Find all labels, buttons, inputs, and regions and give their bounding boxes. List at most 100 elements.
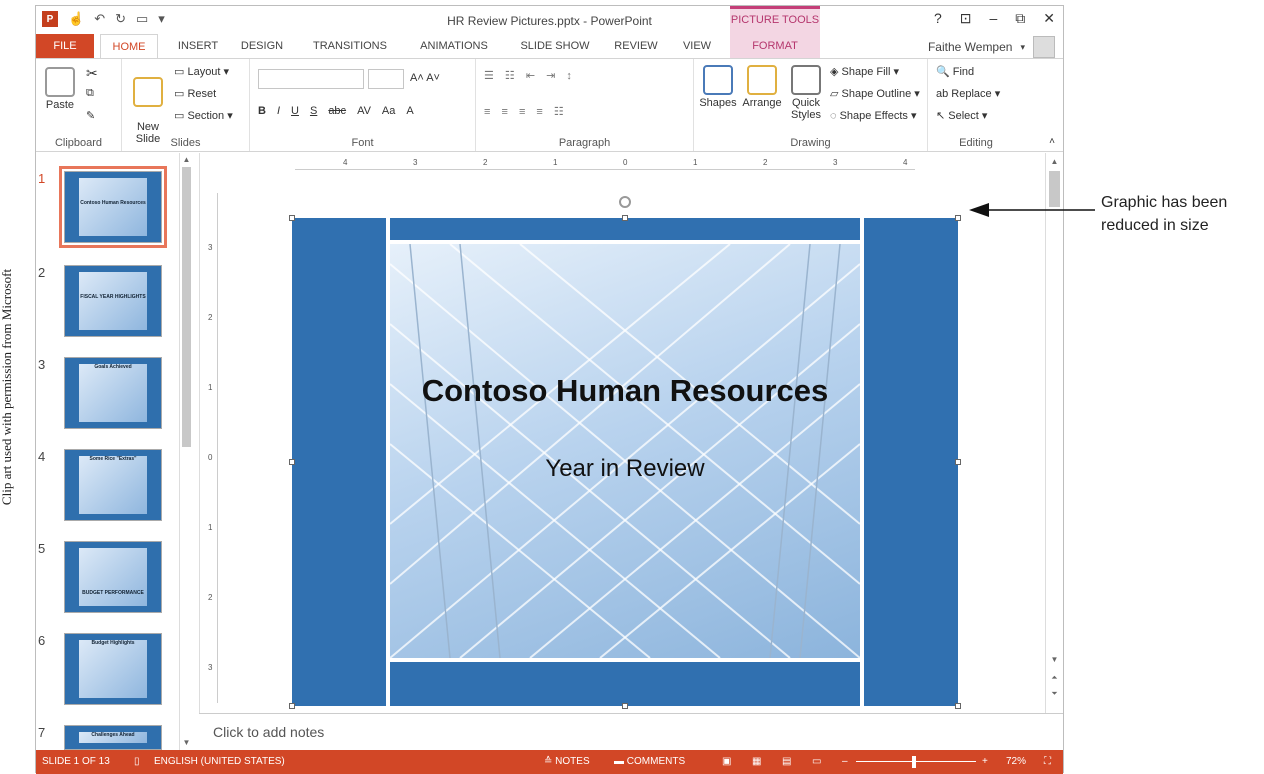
tab-insert[interactable]: INSERT bbox=[168, 34, 228, 58]
reading-view-icon[interactable]: ▤ bbox=[782, 756, 791, 767]
resize-handle[interactable] bbox=[955, 703, 961, 709]
italic-button[interactable]: I bbox=[277, 105, 280, 117]
tab-design[interactable]: DESIGN bbox=[232, 34, 292, 58]
shapes-button[interactable]: Shapes bbox=[698, 65, 738, 109]
shape-effects-button[interactable]: ◌ Shape Effects ▾ bbox=[830, 109, 916, 122]
resize-handle[interactable] bbox=[955, 215, 961, 221]
character-spacing-button[interactable]: AV bbox=[357, 105, 371, 117]
slide-thumbnail-2[interactable]: FISCAL YEAR HIGHLIGHTS bbox=[64, 265, 162, 337]
font-group-label: Font bbox=[351, 137, 374, 149]
slide-canvas[interactable]: Contoso Human Resources Year in Review bbox=[292, 218, 958, 706]
reset-button[interactable]: ▭ Reset bbox=[174, 87, 216, 100]
cut-icon[interactable]: ✂ bbox=[86, 65, 98, 82]
scroll-down-icon[interactable]: ▼ bbox=[1049, 655, 1060, 665]
zoom-in-icon[interactable]: + bbox=[982, 756, 988, 767]
resize-handle[interactable] bbox=[622, 703, 628, 709]
layout-button[interactable]: ▭ Layout ▾ bbox=[174, 65, 229, 78]
slide-thumbnail-3[interactable]: Goals Achieved bbox=[64, 357, 162, 429]
collapse-ribbon-icon[interactable]: ˄ bbox=[1049, 136, 1055, 147]
list-buttons[interactable]: ☰ ☷ ⇤ ⇥ ↕ bbox=[484, 69, 576, 82]
callout-line: Graphic has been bbox=[1101, 194, 1228, 211]
scroll-down-icon[interactable]: ▼ bbox=[181, 738, 192, 748]
select-button[interactable]: ↖ Select ▾ bbox=[936, 109, 987, 122]
zoom-slider-thumb[interactable] bbox=[912, 756, 916, 768]
resize-handle[interactable] bbox=[622, 215, 628, 221]
grow-font-icon[interactable]: A˄ A˅ bbox=[410, 72, 440, 84]
new-slide-button[interactable]: New Slide bbox=[128, 65, 168, 145]
user-account[interactable]: Faithe Wempen ▾ bbox=[928, 36, 1055, 58]
resize-handle[interactable] bbox=[289, 215, 295, 221]
paste-label: Paste bbox=[45, 99, 75, 111]
align-buttons[interactable]: ≡ ≡ ≡ ≡ ☷ bbox=[484, 105, 568, 118]
restore-icon[interactable]: ⧉ bbox=[1015, 10, 1025, 27]
slide-subtitle[interactable]: Year in Review bbox=[292, 455, 958, 483]
slide-thumbnails-pane: 1 Contoso Human Resources 2 FISCAL YEAR … bbox=[36, 153, 199, 750]
copy-icon[interactable]: ⧉ bbox=[86, 87, 94, 100]
change-case-button[interactable]: Aa bbox=[382, 105, 395, 117]
scroll-up-icon[interactable]: ▲ bbox=[181, 155, 192, 165]
notes-button[interactable]: ≙ NOTES bbox=[544, 756, 590, 767]
underline-button[interactable]: U bbox=[291, 105, 299, 117]
zoom-level[interactable]: 72% bbox=[1006, 756, 1026, 767]
fit-to-window-icon[interactable]: ⛶ bbox=[1044, 756, 1051, 767]
resize-handle[interactable] bbox=[955, 459, 961, 465]
shadow-button[interactable]: S bbox=[310, 105, 317, 117]
slide-title[interactable]: Contoso Human Resources bbox=[292, 373, 958, 409]
resize-handle[interactable] bbox=[289, 703, 295, 709]
minimize-icon[interactable]: – bbox=[989, 10, 997, 27]
quick-styles-button[interactable]: Quick Styles bbox=[786, 65, 826, 121]
thumb-number: 6 bbox=[38, 633, 46, 648]
font-name-combo[interactable] bbox=[258, 69, 364, 89]
slide-thumbnail-7[interactable]: Challenges Ahead bbox=[64, 725, 162, 750]
format-painter-icon[interactable]: ✎ bbox=[86, 109, 95, 122]
tab-transitions[interactable]: TRANSITIONS bbox=[302, 34, 398, 58]
slide-scrollbar[interactable]: ▲ ▼ ⏶ ⏷ bbox=[1045, 153, 1063, 713]
slide-thumbnail-1[interactable]: Contoso Human Resources bbox=[59, 166, 167, 248]
language-indicator[interactable]: ENGLISH (UNITED STATES) bbox=[154, 756, 285, 767]
slide-editing-area: 4 3 2 1 0 1 2 3 4 3 2 1 0 1 2 3 Contoso … bbox=[199, 153, 1045, 713]
notes-pane[interactable]: Click to add notes bbox=[199, 713, 1063, 750]
slide-thumbnail-6[interactable]: Budget Highlights bbox=[64, 633, 162, 705]
next-slide-icon[interactable]: ⏷ bbox=[1049, 689, 1060, 699]
shape-outline-button[interactable]: ▱ Shape Outline ▾ bbox=[830, 87, 920, 100]
previous-slide-icon[interactable]: ⏶ bbox=[1049, 673, 1060, 683]
scroll-up-icon[interactable]: ▲ bbox=[1049, 157, 1060, 167]
thumbnails-scrollbar[interactable]: ▲ ▼ bbox=[179, 153, 193, 750]
zoom-slider[interactable] bbox=[856, 761, 976, 762]
tab-animations[interactable]: ANIMATIONS bbox=[408, 34, 500, 58]
zoom-out-icon[interactable]: – bbox=[842, 756, 848, 767]
font-color-button[interactable]: A bbox=[406, 105, 413, 117]
find-button[interactable]: 🔍 Find bbox=[936, 65, 974, 78]
arrange-button[interactable]: Arrange bbox=[740, 65, 784, 109]
slide-show-icon[interactable]: ▭ bbox=[812, 756, 821, 767]
tab-review[interactable]: REVIEW bbox=[606, 34, 666, 58]
replace-button[interactable]: ab Replace ▾ bbox=[936, 87, 1000, 100]
normal-view-icon[interactable]: ▣ bbox=[722, 756, 731, 767]
tab-home[interactable]: HOME bbox=[100, 34, 158, 59]
strikethrough-button[interactable]: abc bbox=[328, 105, 346, 117]
group-drawing: Shapes Arrange Quick Styles ◈ Shape Fill… bbox=[694, 59, 928, 151]
help-icon[interactable]: ? bbox=[934, 10, 942, 27]
font-size-combo[interactable] bbox=[368, 69, 404, 89]
paste-button[interactable]: Paste bbox=[40, 67, 80, 111]
ruler-label: 3 bbox=[833, 158, 838, 167]
close-icon[interactable]: ✕ bbox=[1043, 10, 1055, 27]
section-button[interactable]: ▭ Section ▾ bbox=[174, 109, 233, 122]
comments-button[interactable]: ▬ COMMENTS bbox=[614, 756, 685, 767]
shape-fill-button[interactable]: ◈ Shape Fill ▾ bbox=[830, 65, 899, 78]
glass-building-graphic bbox=[390, 244, 860, 658]
slide-thumbnail-4[interactable]: Some Rice "Extras" bbox=[64, 449, 162, 521]
tab-format[interactable]: FORMAT bbox=[730, 34, 820, 58]
rotate-handle-icon[interactable] bbox=[619, 196, 631, 208]
scroll-thumb[interactable] bbox=[182, 167, 191, 447]
ribbon-display-icon[interactable]: ⊡ bbox=[960, 10, 972, 27]
tab-slide-show[interactable]: SLIDE SHOW bbox=[510, 34, 600, 58]
buildings-picture[interactable] bbox=[390, 244, 860, 658]
slide-sorter-icon[interactable]: ▦ bbox=[752, 756, 761, 767]
spell-check-icon[interactable]: ▯ bbox=[134, 756, 140, 767]
slide-thumbnail-5[interactable]: BUDGET PERFORMANCE bbox=[64, 541, 162, 613]
resize-handle[interactable] bbox=[289, 459, 295, 465]
bold-button[interactable]: B bbox=[258, 105, 266, 117]
tab-file[interactable]: FILE bbox=[36, 34, 94, 58]
tab-view[interactable]: VIEW bbox=[672, 34, 722, 58]
